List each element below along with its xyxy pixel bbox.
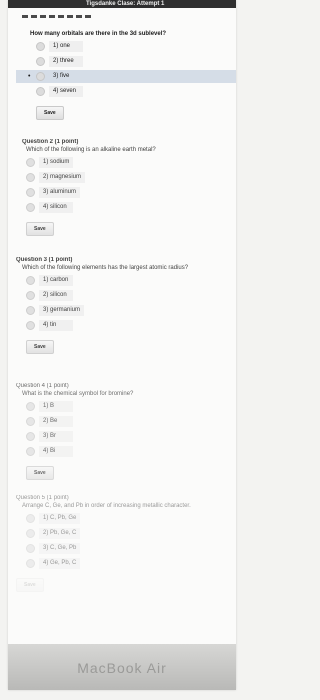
radio-button[interactable] [26, 276, 35, 285]
question-5-text: Arrange C, Ge, and Pb in order of increa… [22, 503, 191, 509]
option-4-3[interactable]: 3) Br [26, 430, 232, 443]
radio-button[interactable] [26, 188, 35, 197]
option-4-4[interactable]: 4) Bi [26, 445, 232, 458]
option-2-4[interactable]: 4) silicon [26, 201, 232, 214]
radio-button[interactable] [26, 544, 35, 553]
option-5-3[interactable]: 3) C, Ge, Pb [26, 542, 232, 555]
option-1-1[interactable]: 1) one [36, 40, 232, 53]
option-label: 1) sodium [39, 157, 74, 168]
option-1-3-selected[interactable]: • 3) five [16, 70, 236, 83]
radio-button[interactable] [26, 417, 35, 426]
save-button[interactable]: Save [36, 106, 64, 120]
option-label: 3) five [53, 73, 70, 79]
question-3-text: Which of the following elements has the … [22, 265, 189, 271]
save-button[interactable]: Save [26, 466, 54, 480]
radio-button[interactable] [26, 158, 35, 167]
header-subtitle-blur [22, 15, 92, 18]
option-label: 2) Be [39, 416, 73, 427]
bezel-label: MacBook Air [77, 660, 167, 676]
radio-button[interactable] [36, 57, 45, 66]
radio-button[interactable] [36, 72, 45, 81]
option-label: 1) one [49, 41, 83, 52]
laptop-bezel: MacBook Air [8, 644, 236, 690]
radio-button[interactable] [26, 559, 35, 568]
save-button[interactable]: Save [26, 340, 54, 354]
option-label: 4) Ge, Pb, C [39, 558, 81, 569]
save-button[interactable]: Save [26, 222, 54, 236]
question-4-text: What is the chemical symbol for bromine? [22, 391, 134, 397]
option-label: 3) C, Ge, Pb [39, 543, 81, 554]
option-3-2[interactable]: 2) silicon [26, 289, 232, 302]
selected-dot-icon: • [28, 73, 31, 80]
option-4-1[interactable]: 1) B [26, 400, 232, 413]
option-label: 4) seven [49, 86, 83, 97]
question-3: Question 3 (1 point) Which of the follow… [16, 256, 232, 354]
option-label: 2) three [49, 56, 83, 67]
option-label: 1) carbon [39, 275, 73, 286]
option-label: 4) Bi [39, 446, 73, 457]
option-label: 2) silicon [39, 290, 73, 301]
radio-button[interactable] [26, 173, 35, 182]
option-5-1[interactable]: 1) C, Pb, Ge [26, 512, 232, 525]
radio-button[interactable] [26, 291, 35, 300]
question-5: Question 5 (1 point) Arrange C, Ge, and … [16, 494, 232, 592]
option-label: 2) Pb, Ge, C [39, 528, 81, 539]
question-1-text: How many orbitals are there in the 3d su… [30, 31, 167, 37]
radio-button[interactable] [26, 432, 35, 441]
question-2-text: Which of the following is an alkaline ea… [26, 147, 156, 153]
option-2-3[interactable]: 3) aluminum [26, 186, 232, 199]
option-label: 4) silicon [39, 202, 73, 213]
option-1-2[interactable]: 2) three [36, 55, 232, 68]
question-2: Question 2 (1 point) Which of the follow… [16, 138, 232, 236]
question-3-title: Question 3 (1 point) [16, 257, 73, 263]
option-3-3[interactable]: 3) germanium [26, 304, 232, 317]
option-label: 4) tin [39, 320, 73, 331]
option-label: 1) C, Pb, Ge [39, 513, 81, 524]
option-label: 1) B [39, 401, 73, 412]
option-5-2[interactable]: 2) Pb, Ge, C [26, 527, 232, 540]
option-2-1[interactable]: 1) sodium [26, 156, 232, 169]
question-4: Question 4 (1 point) What is the chemica… [16, 382, 232, 480]
radio-button[interactable] [26, 402, 35, 411]
option-label: 3) aluminum [39, 187, 81, 198]
radio-button[interactable] [26, 514, 35, 523]
header-title: Tigsdanke Clase: Attempt 1 [86, 1, 165, 7]
save-button[interactable]: Save [16, 578, 44, 592]
radio-button[interactable] [36, 87, 45, 96]
option-5-4[interactable]: 4) Ge, Pb, C [26, 557, 232, 570]
header-bar: Tigsdanke Clase: Attempt 1 [8, 0, 236, 8]
option-1-4[interactable]: 4) seven [36, 85, 232, 98]
question-4-title: Question 4 (1 point) [16, 383, 69, 389]
radio-button[interactable] [26, 306, 35, 315]
option-label: 3) germanium [39, 305, 85, 316]
option-3-1[interactable]: 1) carbon [26, 274, 232, 287]
option-label: 2) magnesium [39, 172, 86, 183]
question-2-title: Question 2 (1 point) [22, 139, 79, 145]
radio-button[interactable] [36, 42, 45, 51]
question-5-title: Question 5 (1 point) [16, 495, 69, 501]
option-3-4[interactable]: 4) tin [26, 319, 232, 332]
radio-button[interactable] [26, 203, 35, 212]
radio-button[interactable] [26, 447, 35, 456]
option-2-2[interactable]: 2) magnesium [26, 171, 232, 184]
radio-button[interactable] [26, 529, 35, 538]
radio-button[interactable] [26, 321, 35, 330]
option-4-2[interactable]: 2) Be [26, 415, 232, 428]
option-label: 3) Br [39, 431, 73, 442]
question-1: How many orbitals are there in the 3d su… [16, 30, 236, 120]
screen: Tigsdanke Clase: Attempt 1 How many orbi… [8, 0, 236, 690]
